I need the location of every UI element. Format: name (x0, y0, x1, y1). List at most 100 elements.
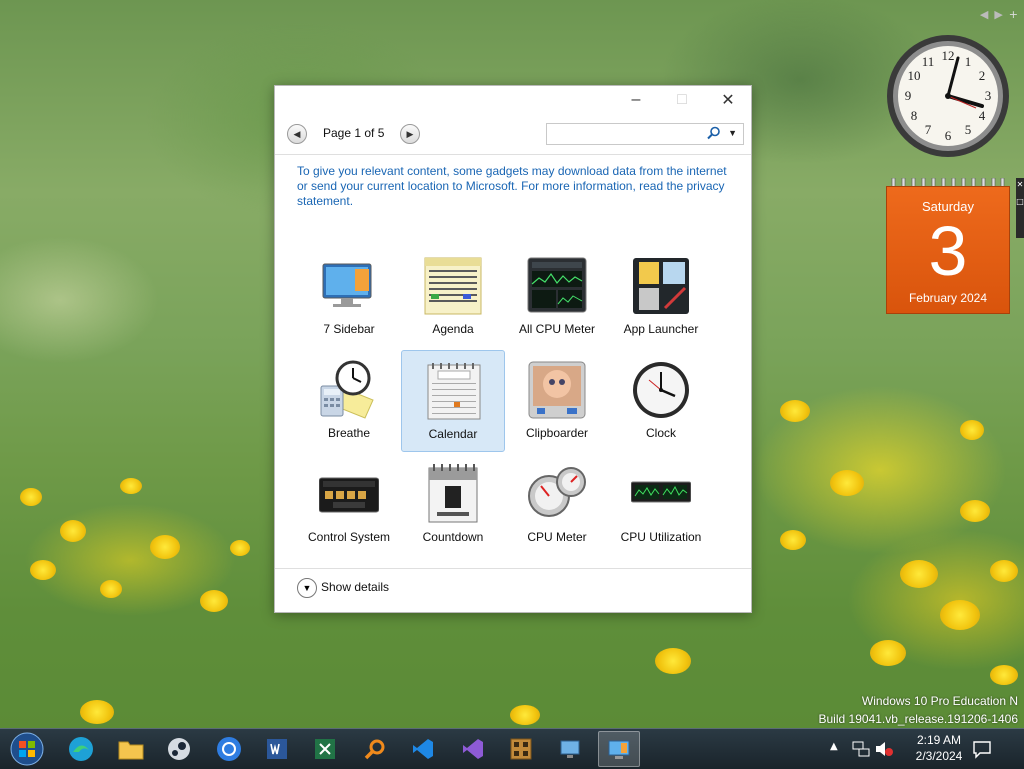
gadget-tile[interactable]: App Launcher (609, 246, 713, 348)
taskbar: ▲ 2:19 AM 2/3/2024 (0, 728, 1024, 769)
word-taskbar-button[interactable] (256, 731, 298, 767)
gadget-label: Control System (307, 530, 391, 544)
pager-text: Page 1 of 5 (323, 126, 385, 140)
notification-center-icon[interactable] (972, 739, 992, 759)
steam-taskbar-button[interactable] (158, 731, 200, 767)
gadget-label: App Launcher (623, 322, 699, 336)
gadget-label: CPU Utilization (620, 530, 702, 544)
chevron-left-icon[interactable]: ◀ (980, 8, 988, 21)
start-button[interactable] (6, 731, 48, 767)
sidebar-icon (322, 263, 372, 307)
clock-gadget[interactable]: 12 12 345 678 91011 (886, 34, 1010, 158)
svg-text:12: 12 (942, 48, 955, 63)
edge-taskbar-button[interactable] (60, 731, 102, 767)
gadget-tile[interactable]: Countdown (401, 454, 505, 556)
app-launcher-icon (633, 258, 689, 314)
gadget-label: Countdown (422, 530, 484, 544)
search-tool-taskbar-button[interactable] (354, 731, 396, 767)
taskbar-time: 2:19 AM (916, 733, 962, 747)
gadget-tile[interactable]: CPU Meter (505, 454, 609, 556)
gadget-label: Agenda (432, 322, 474, 336)
excel-taskbar-button[interactable] (304, 731, 346, 767)
gadget-tile[interactable]: 7 Sidebar (297, 246, 401, 348)
calendar-page: Saturday 3 February 2024 (886, 186, 1010, 314)
resize-icon[interactable]: □ (1016, 197, 1024, 206)
monitor-icon (560, 740, 580, 758)
watermark-line-2: Build 19041.vb_release.191206-1406 (818, 712, 1019, 726)
chevron-down-icon: ▼ (297, 578, 317, 598)
svg-text:10: 10 (908, 68, 921, 83)
folder-icon (118, 741, 144, 760)
excel-icon (315, 739, 335, 759)
previous-page-button[interactable]: ◀ (287, 124, 307, 144)
watermark-line-1: Windows 10 Pro Education N (861, 694, 1018, 708)
chevron-right-icon[interactable]: ▶ (994, 8, 1002, 21)
gadget-tile[interactable]: Clock (609, 350, 713, 452)
app-8-taskbar-button[interactable] (500, 731, 542, 767)
taskbar-clock[interactable]: 2:19 AM 2/3/2024 (904, 732, 974, 764)
chevron-down-icon[interactable]: ▼ (728, 128, 737, 138)
gadget-label: Clipboarder (525, 426, 589, 440)
agenda-icon (424, 257, 482, 315)
vscode-icon (413, 739, 433, 759)
close-icon[interactable]: ✕ (1016, 180, 1024, 189)
svg-text:1: 1 (965, 54, 972, 69)
add-gadget-icon[interactable]: + (1009, 8, 1018, 21)
window-controls: – □ ✕ (613, 86, 751, 114)
grid-app-icon (510, 738, 532, 760)
svg-text:4: 4 (979, 108, 986, 123)
remote-desktop-taskbar-button[interactable] (550, 731, 592, 767)
maximize-button: □ (677, 91, 687, 108)
steam-icon (168, 738, 190, 760)
chrome-taskbar-button[interactable] (208, 731, 250, 767)
gallery-toolbar: ◀ Page 1 of 5 ▶ ▼ (287, 123, 744, 145)
svg-text:3: 3 (985, 88, 992, 103)
svg-text:5: 5 (965, 122, 972, 137)
gadget-tile[interactable]: Control System (297, 454, 401, 556)
close-button[interactable]: ✕ (705, 86, 751, 114)
chrome-icon (217, 737, 241, 761)
control-system-icon (319, 477, 379, 513)
minimize-button[interactable]: – (613, 86, 659, 114)
gadgets-icon (608, 740, 630, 759)
gadget-tile[interactable]: Agenda (401, 246, 505, 348)
file-explorer-taskbar-button[interactable] (110, 731, 152, 767)
next-page-button[interactable]: ▶ (400, 124, 420, 144)
calendar-gadget[interactable]: Saturday 3 February 2024 (886, 178, 1010, 314)
sidebar-nav: ◀ ▶ + (980, 8, 1018, 21)
gadget-label: 7 Sidebar (323, 322, 375, 336)
gadget-tile[interactable]: All CPU Meter (505, 246, 609, 348)
gadgets-taskbar-button[interactable] (598, 731, 640, 767)
breathe-icon (320, 360, 374, 419)
vscode-taskbar-button[interactable] (402, 731, 444, 767)
search-input[interactable]: ▼ (546, 123, 744, 145)
gadget-side-toolbar: ✕ □ (1016, 178, 1024, 238)
svg-text:7: 7 (925, 122, 932, 137)
clipboarder-icon (528, 361, 586, 419)
gadget-label: All CPU Meter (518, 322, 595, 336)
gadget-label: Clock (645, 426, 676, 440)
gadget-gallery-window: – □ ✕ ◀ Page 1 of 5 ▶ ▼ To give you rele… (274, 85, 752, 613)
visual-studio-icon (463, 739, 483, 759)
gadget-tile-selected[interactable]: Calendar (401, 350, 505, 452)
chevron-right-icon: ▶ (406, 128, 414, 139)
gadget-tile[interactable]: Clipboarder (505, 350, 609, 452)
cpu-meter-dial-icon (528, 467, 586, 517)
calendar-month-year: February 2024 (908, 291, 988, 305)
svg-text:9: 9 (905, 88, 912, 103)
gadget-label: Breathe (327, 426, 371, 440)
visual-studio-taskbar-button[interactable] (452, 731, 494, 767)
gadget-label: CPU Meter (527, 530, 587, 544)
clock-icon (633, 362, 689, 418)
search-icon[interactable] (707, 126, 721, 140)
gadget-tile[interactable]: Breathe (297, 350, 401, 452)
magnifier-icon (364, 739, 385, 760)
show-hidden-icons-button[interactable]: ▲ (830, 741, 838, 752)
word-icon (267, 739, 287, 759)
privacy-notice[interactable]: To give you relevant content, some gadge… (297, 164, 727, 209)
gadget-tile[interactable]: CPU Utilization (609, 454, 713, 556)
gadget-label: Calendar (428, 427, 478, 441)
network-icon[interactable] (852, 741, 870, 757)
cpu-utilization-icon (631, 481, 691, 503)
volume-muted-icon[interactable] (874, 741, 894, 757)
